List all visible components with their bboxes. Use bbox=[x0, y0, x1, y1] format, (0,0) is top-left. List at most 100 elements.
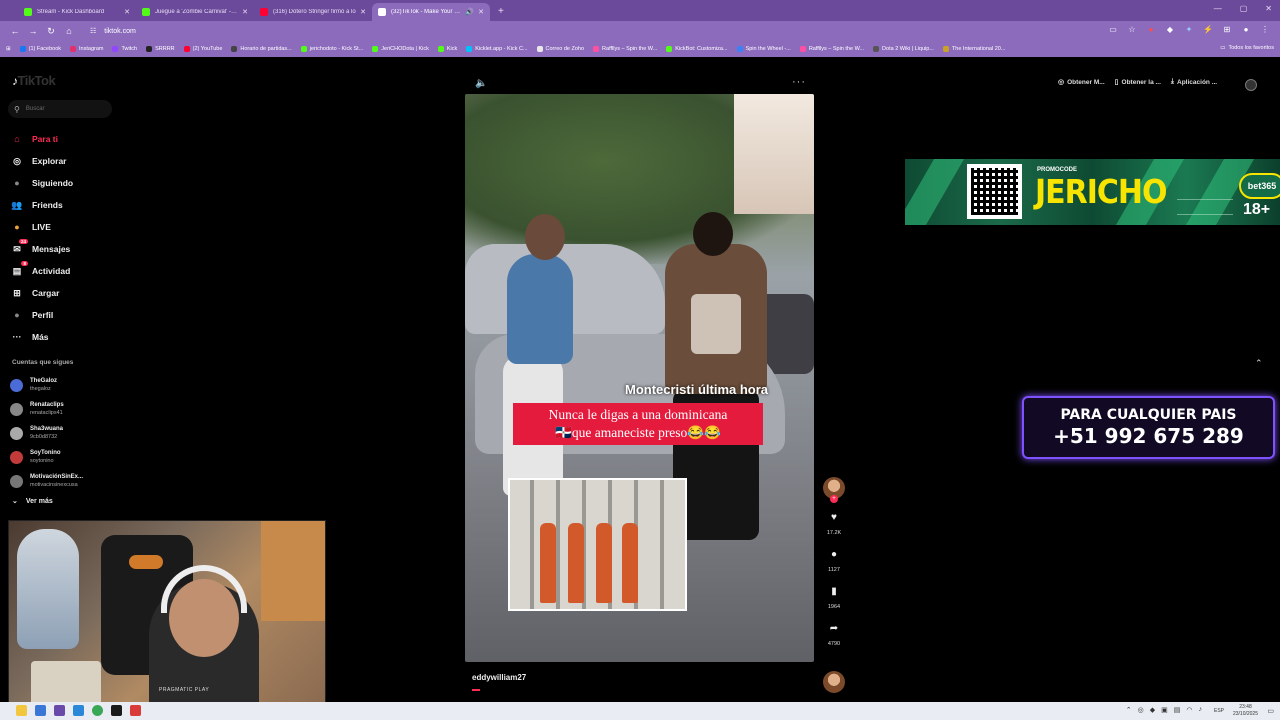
taskbar-app-icon[interactable] bbox=[130, 705, 141, 716]
address-bar[interactable]: ☷ tiktok.com bbox=[84, 23, 1044, 39]
follow-plus-icon[interactable]: + bbox=[830, 495, 838, 503]
following-item[interactable]: TheGaloz thegaloz bbox=[10, 373, 83, 397]
bookmark-item[interactable]: JeriCHODota | Kick bbox=[372, 46, 429, 52]
nav-item-explorar[interactable]: ◎ Explorar bbox=[10, 150, 73, 172]
bookmark-item[interactable]: jerichodoto - Kick St... bbox=[300, 46, 363, 52]
music-disc-avatar[interactable] bbox=[823, 671, 845, 693]
bookmark-item[interactable]: Instagram bbox=[70, 46, 103, 52]
bookmark-item[interactable]: Raffllys – Spin the W... bbox=[593, 46, 657, 52]
more-options-icon[interactable]: ··· bbox=[792, 76, 806, 88]
top-action-button[interactable]: ▯ Obtener la ... bbox=[1115, 78, 1161, 87]
progress-bar[interactable] bbox=[472, 689, 480, 691]
top-action-button[interactable]: ◎ Obtener M... bbox=[1058, 78, 1105, 87]
taskbar-clock[interactable]: 23:48 23/10/2025 bbox=[1233, 704, 1258, 718]
tray-icon[interactable]: ▣ bbox=[1161, 706, 1168, 714]
notification-icon[interactable]: ▭ bbox=[1267, 707, 1274, 715]
extension-icon[interactable]: ✦ bbox=[1184, 25, 1194, 35]
volume-icon[interactable]: 🔈 bbox=[475, 78, 487, 89]
tiktok-logo[interactable]: ♪TikTok bbox=[12, 73, 56, 88]
new-tab-button[interactable]: + bbox=[490, 6, 512, 21]
tray-icon[interactable]: ◆ bbox=[1150, 706, 1155, 714]
tray-icon[interactable]: ▤ bbox=[1174, 706, 1181, 714]
video-player[interactable]: Montecristi última hora Nunca le digas a… bbox=[465, 94, 814, 662]
nav-item-para-ti[interactable]: ⌂ Para ti bbox=[10, 128, 73, 150]
menu-icon[interactable]: ⋮ bbox=[1260, 25, 1270, 35]
maximize-icon[interactable]: ▢ bbox=[1240, 4, 1248, 13]
nav-item-actividad[interactable]: ▤ 8 Actividad bbox=[10, 260, 73, 282]
chevron-up-icon[interactable]: ⌃ bbox=[1126, 706, 1132, 714]
wifi-icon[interactable]: ◠ bbox=[1186, 706, 1192, 714]
video-username[interactable]: eddywilliam27 bbox=[472, 673, 526, 682]
nav-item-m-s[interactable]: ··· Más bbox=[10, 326, 73, 348]
nav-item-mensajes[interactable]: ✉ 24 Mensajes bbox=[10, 238, 73, 260]
tab-zombie-carnival[interactable]: Juegue a 'Zombie Carnival' - Ju ✕ bbox=[136, 3, 254, 21]
taskbar-app-icon[interactable] bbox=[54, 705, 65, 716]
bookmark-item[interactable]: Spin the Wheel -... bbox=[736, 46, 791, 52]
tray-icon[interactable]: ◎ bbox=[1138, 706, 1144, 714]
nav-item-friends[interactable]: 👥 Friends bbox=[10, 194, 73, 216]
bookmark-item[interactable]: KickBot: Customiza... bbox=[666, 46, 728, 52]
save-button[interactable]: ▮ 1964 bbox=[822, 585, 846, 610]
following-item[interactable]: Sha3wuana 9cb0d8732 bbox=[10, 421, 83, 445]
bookmark-item[interactable]: Dota 2 Wiki | Liquip... bbox=[873, 46, 934, 52]
user-avatar[interactable] bbox=[1245, 79, 1257, 91]
forward-icon[interactable]: → bbox=[24, 26, 42, 36]
bookmark-star-icon[interactable]: ☆ bbox=[1127, 25, 1137, 35]
chrome-icon[interactable] bbox=[92, 705, 103, 716]
tab-kick-dashboard[interactable]: Stream - Kick Dashboard ✕ bbox=[18, 3, 136, 21]
following-item[interactable]: Renataclips renataclips41 bbox=[10, 397, 83, 421]
volume-icon[interactable]: ♪ bbox=[1199, 706, 1203, 714]
bookmark-item[interactable]: SRRRR bbox=[146, 46, 175, 52]
nav-item-cargar[interactable]: ⊞ Cargar bbox=[10, 282, 73, 304]
close-icon[interactable]: ✕ bbox=[242, 8, 248, 16]
close-icon[interactable]: ✕ bbox=[360, 8, 366, 16]
apps-icon[interactable]: ⊞ bbox=[6, 46, 11, 52]
bookmark-item[interactable]: Raffllys – Spin the W... bbox=[799, 46, 864, 52]
nav-item-siguiendo[interactable]: ● Siguiendo bbox=[10, 172, 73, 194]
bookmark-item[interactable]: Twitch bbox=[112, 46, 137, 52]
close-icon[interactable]: ✕ bbox=[478, 8, 484, 16]
taskbar-app-icon[interactable] bbox=[73, 705, 84, 716]
minimize-icon[interactable]: — bbox=[1214, 4, 1222, 13]
bookmark-item[interactable]: Horario de partidas... bbox=[231, 46, 292, 52]
profile-icon[interactable]: ● bbox=[1241, 25, 1251, 35]
bookmark-item[interactable]: Correo de Zoho bbox=[536, 46, 584, 52]
extension-icon[interactable]: ⊞ bbox=[1222, 25, 1232, 35]
close-window-icon[interactable]: ✕ bbox=[1265, 4, 1272, 13]
bookmark-item[interactable]: Kick bbox=[437, 46, 457, 52]
bookmark-item[interactable]: The International 20... bbox=[942, 46, 1005, 52]
following-item[interactable]: MotivaciónSinEx... motivacinsinexcusa bbox=[10, 469, 83, 493]
bookmark-item[interactable]: (1) Facebook bbox=[19, 46, 61, 52]
extension-icon[interactable]: ● bbox=[1146, 25, 1156, 35]
site-info-icon[interactable]: ☷ bbox=[90, 27, 96, 35]
following-item[interactable]: SoyTonino soytonino bbox=[10, 445, 83, 469]
chevron-up-icon[interactable]: ⌃ bbox=[1255, 358, 1263, 369]
comment-button[interactable]: ● 1127 bbox=[822, 548, 846, 573]
nav-item-live[interactable]: ● LIVE bbox=[10, 216, 73, 238]
bookmark-item[interactable]: Kicklet.app - Kick C... bbox=[466, 46, 528, 52]
extension-icon[interactable]: ◆ bbox=[1165, 25, 1175, 35]
explorer-icon[interactable] bbox=[16, 705, 27, 716]
speaker-icon[interactable]: 🔊 bbox=[465, 8, 474, 16]
reload-icon[interactable]: ↻ bbox=[42, 26, 60, 37]
extension-icon[interactable]: ⚡ bbox=[1203, 25, 1213, 35]
taskbar-app-icon[interactable] bbox=[35, 705, 46, 716]
home-icon[interactable]: ⌂ bbox=[60, 26, 78, 36]
tab-tiktok[interactable]: (32)TikTok - Make Your Day 🔊 ✕ bbox=[372, 3, 490, 21]
cast-icon[interactable]: ▭ bbox=[1108, 25, 1118, 35]
back-icon[interactable]: ← bbox=[6, 26, 24, 36]
language-indicator[interactable]: ESP bbox=[1214, 708, 1224, 714]
tab-youtube[interactable]: (316) Dotero Stringer firmó a lo ✕ bbox=[254, 3, 372, 21]
search-input[interactable]: ⚲ Buscar bbox=[8, 100, 112, 118]
creator-avatar[interactable]: + bbox=[823, 477, 845, 503]
like-button[interactable]: ♥ 17.2K bbox=[822, 511, 846, 536]
close-icon[interactable]: ✕ bbox=[124, 8, 130, 16]
qr-code bbox=[967, 164, 1022, 219]
taskbar-app-icon[interactable] bbox=[111, 705, 122, 716]
top-action-button[interactable]: ⤓ Aplicación ... bbox=[1171, 78, 1217, 86]
bookmark-item[interactable]: (2) YouTube bbox=[183, 46, 222, 52]
nav-item-perfil[interactable]: ● Perfil bbox=[10, 304, 73, 326]
see-more-button[interactable]: ⌄ Ver más bbox=[12, 497, 53, 506]
all-bookmarks[interactable]: ▭ Todos los favoritos bbox=[1220, 45, 1274, 51]
share-button[interactable]: ➦ 4790 bbox=[822, 622, 846, 647]
